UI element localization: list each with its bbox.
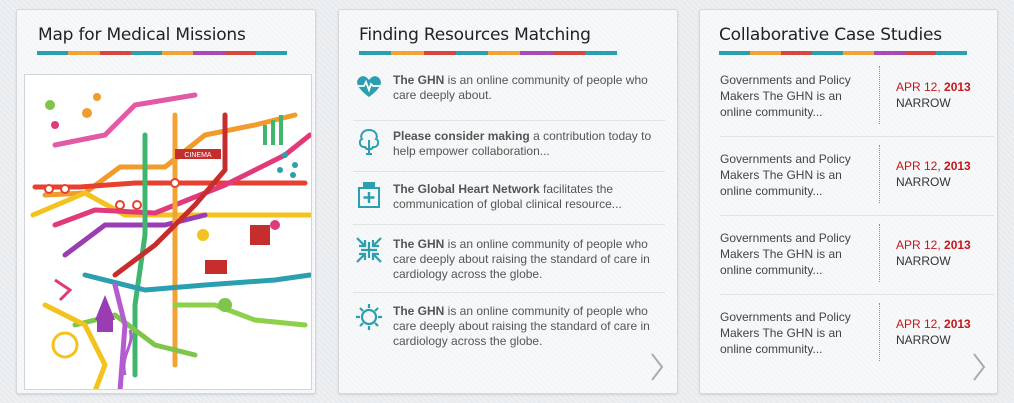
title-stripe [359,51,617,55]
case-study-tag: NARROW [896,333,951,347]
resource-item[interactable]: The GHN is an online community of people… [353,73,663,103]
dotted-separator [879,224,880,282]
heart-pulse-icon [357,76,381,97]
chevron-right-icon[interactable] [649,352,665,382]
case-studies-panel-title: Collaborative Case Studies [719,25,942,45]
resources-panel-title: Finding Resources Matching [359,25,591,45]
resource-text: The Global Heart Network facilitates the… [393,182,622,211]
tree-icon [358,128,380,155]
medicine-jar-icon [358,182,380,208]
title-stripe [37,51,287,55]
case-studies-panel: Collaborative Case Studies Governments a… [699,9,998,394]
resource-text: Please consider making a contribution to… [393,129,652,158]
resource-text: The GHN is an online community of people… [393,237,650,281]
map-panel-title: Map for Medical Missions [38,25,246,45]
divider [720,294,994,295]
divider [353,120,665,121]
dotted-separator [879,66,880,124]
dotted-separator [879,303,880,361]
case-study-tag: NARROW [896,96,951,110]
sun-icon [356,304,382,330]
divider [353,292,665,293]
divider [353,224,665,225]
chevron-right-icon[interactable] [971,352,987,382]
medical-missions-map[interactable]: CINEMA [24,74,312,390]
divider [720,136,994,137]
case-study-date: APR 12, 2013 [896,317,971,331]
metro-map-illustration: CINEMA [30,92,311,389]
map-panel: Map for Medical Missions CINEMA [16,9,316,394]
case-study-date: APR 12, 2013 [896,159,971,173]
resource-item[interactable]: The Global Heart Network facilitates the… [353,182,663,212]
case-study-text: Governments and Policy Makers The GHN is… [720,152,851,198]
resource-item[interactable]: Please consider making a contribution to… [353,128,663,159]
case-study-date: APR 12, 2013 [896,238,971,252]
resource-item[interactable]: The GHN is an online community of people… [353,237,663,282]
resources-panel: Finding Resources Matching The GHN is an… [338,9,678,394]
case-study-tag: NARROW [896,254,951,268]
resource-item[interactable]: The GHN is an online community of people… [353,304,663,349]
divider [720,215,994,216]
resource-text: The GHN is an online community of people… [393,304,650,348]
case-study-text: Governments and Policy Makers The GHN is… [720,310,851,356]
case-study-text: Governments and Policy Makers The GHN is… [720,231,851,277]
title-stripe [719,51,967,55]
arrows-in-icon [356,237,382,263]
map-sign-label: CINEMA [184,152,212,159]
case-study-tag: NARROW [896,175,951,189]
dotted-separator [879,145,880,203]
case-study-date: APR 12, 2013 [896,80,971,94]
case-study-text: Governments and Policy Makers The GHN is… [720,73,851,119]
resource-text: The GHN is an online community of people… [393,73,648,102]
divider [353,171,665,172]
